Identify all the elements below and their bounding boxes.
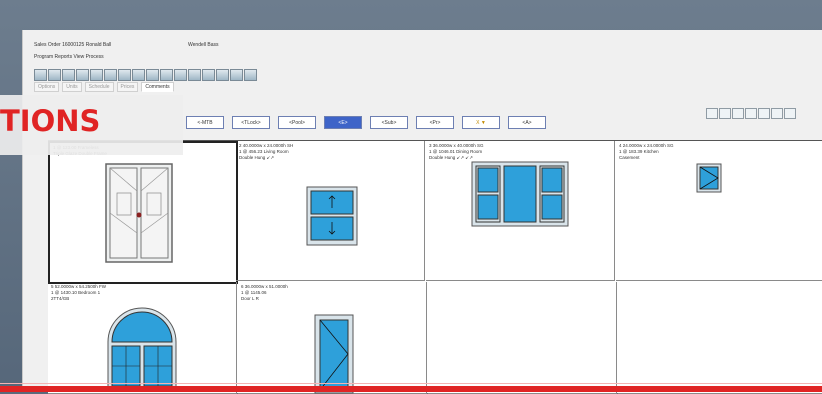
unit-5-line-2: 1 @ 1430.10 Bedroom 1 [51, 290, 101, 295]
unit-cell-4[interactable]: 4 24.0000w x 24.0000h SG 1 @ 183.39 Kitch… [616, 141, 822, 281]
toolbar-list-icon[interactable] [202, 69, 215, 81]
bottom-accent-bar [0, 386, 822, 392]
menu-bar[interactable]: Program Reports View Process [34, 54, 104, 60]
toolbar-door-icon[interactable] [146, 69, 159, 81]
tab-schedule[interactable]: Schedule [84, 82, 114, 92]
toolbar-new-icon[interactable] [34, 69, 47, 81]
unit-cell-6[interactable]: 6 36.0000w x 51.0000h 1 @ 1145.06 Door L R [238, 282, 427, 394]
unit-2-line-3: Double Hung ↙↗ [239, 155, 275, 160]
pool-button[interactable]: <Pool> [278, 116, 316, 129]
tlock-button[interactable]: <TLock> [232, 116, 270, 129]
double-hung-window-icon [306, 186, 358, 246]
view-icon-2[interactable] [719, 108, 731, 119]
unit-3-line-1: 3 36.0000w x 40.0000h SG [429, 143, 484, 148]
window-title: Sales Order 16000125 Ronald Ball [34, 42, 112, 48]
sub-button[interactable]: <Sub> [370, 116, 408, 129]
view-icon-7[interactable] [784, 108, 796, 119]
view-icon-1[interactable] [706, 108, 718, 119]
unit-2-spec: 2 40.0000w x 24.0000h SH 1 @ 456.23 Livin… [239, 143, 293, 161]
x-dropdown-button[interactable]: X ▼ [462, 116, 500, 129]
tab-prices[interactable]: Prices [116, 82, 139, 92]
toolbar-copy-icon[interactable] [90, 69, 103, 81]
tab-options[interactable]: Options [34, 82, 60, 92]
tab-units[interactable]: Units [62, 82, 82, 92]
unit-cell-3[interactable]: 3 36.0000w x 40.0000h SG 1 @ 1046.01 Dini… [426, 141, 615, 281]
toolbar-settings-icon[interactable] [216, 69, 229, 81]
view-icon-6[interactable] [771, 108, 783, 119]
a-button[interactable]: <A> [508, 116, 546, 129]
toolbar-save-icon[interactable] [62, 69, 75, 81]
unit-4-line-1: 4 24.0000w x 24.0000h SG [619, 143, 674, 148]
unit-6-spec: 6 36.0000w x 51.0000h 1 @ 1145.06 Door L R [241, 284, 288, 302]
toolbar-exit-icon[interactable] [244, 69, 257, 81]
unit-5-line-3: 2TT4/GB [51, 296, 70, 301]
toolbar-help-icon[interactable] [230, 69, 243, 81]
unit-2-line-1: 2 40.0000w x 24.0000h SH [239, 143, 294, 148]
toolbar-grid-icon[interactable] [188, 69, 201, 81]
unit-4-line-2: 1 @ 183.39 Kitchen [619, 149, 659, 154]
unit-cell-1[interactable]: 1 @ 123.00 FramelessTriple Glaze Double … [48, 141, 238, 284]
banner-title: TIONS [0, 104, 101, 138]
toolbar-paste-icon[interactable] [104, 69, 117, 81]
unit-4-spec: 4 24.0000w x 24.0000h SG 1 @ 183.39 Kitch… [619, 143, 674, 161]
unit-6-line-2: 1 @ 1145.06 [241, 290, 267, 295]
tab-bar: Options Units Schedule Prices Comments [34, 82, 174, 92]
unit-3-line-2: 1 @ 1046.01 Dining Room [429, 149, 483, 154]
e-button[interactable]: <E> [324, 116, 362, 129]
unit-button-row: <-MTB <TLock> <Pool> <E> <Sub> <Pr> X ▼ … [186, 116, 546, 129]
casement-window-icon [696, 163, 722, 193]
toolbar-report-icon[interactable] [174, 69, 187, 81]
mtb-button[interactable]: <-MTB [186, 116, 224, 129]
unit-cell-7[interactable] [428, 282, 617, 394]
unit-cell-2[interactable]: 2 40.0000w x 24.0000h SH 1 @ 456.23 Livin… [236, 141, 425, 281]
pr-button[interactable]: <Pr> [416, 116, 454, 129]
bottom-accent-line [0, 383, 822, 384]
combination-window-icon [471, 161, 569, 227]
unit-3-line-3: Double Hung ↙↗ ↙↗ [429, 155, 473, 160]
view-icon-5[interactable] [758, 108, 770, 119]
toolbar-open-icon[interactable] [48, 69, 61, 81]
door-icon [314, 314, 354, 394]
window-title-right: Wendell Bass [188, 42, 219, 48]
arched-window-icon [107, 307, 177, 391]
view-toolbar [706, 108, 796, 119]
toolbar-find-icon[interactable] [118, 69, 131, 81]
unit-5-line-1: 5 52.0000w x 54.2500h FW [51, 284, 107, 289]
unit-3-spec: 3 36.0000w x 40.0000h SG 1 @ 1046.01 Dini… [429, 143, 484, 161]
toolbar-print-icon[interactable] [76, 69, 89, 81]
unit-5-spec: 5 52.0000w x 54.2500h FW 1 @ 1430.10 Bedr… [51, 284, 106, 302]
french-door-icon [105, 163, 173, 263]
tab-comments[interactable]: Comments [141, 82, 174, 92]
toolbar-calc-icon[interactable] [160, 69, 173, 81]
unit-6-line-3: Door L R [241, 296, 259, 301]
unit-6-line-1: 6 36.0000w x 51.0000h [241, 284, 288, 289]
unit-grid: 1 @ 123.00 FramelessTriple Glaze Double … [48, 140, 822, 394]
unit-2-line-2: 1 @ 456.23 Living Room [239, 149, 289, 154]
toolbar-window-icon[interactable] [132, 69, 145, 81]
view-icon-3[interactable] [732, 108, 744, 119]
view-icon-4[interactable] [745, 108, 757, 119]
main-toolbar [34, 69, 257, 81]
unit-cell-8[interactable] [618, 282, 822, 394]
unit-4-line-3: Casement [619, 155, 640, 160]
unit-cell-5[interactable]: 5 52.0000w x 54.2500h FW 1 @ 1430.10 Bedr… [48, 282, 237, 394]
